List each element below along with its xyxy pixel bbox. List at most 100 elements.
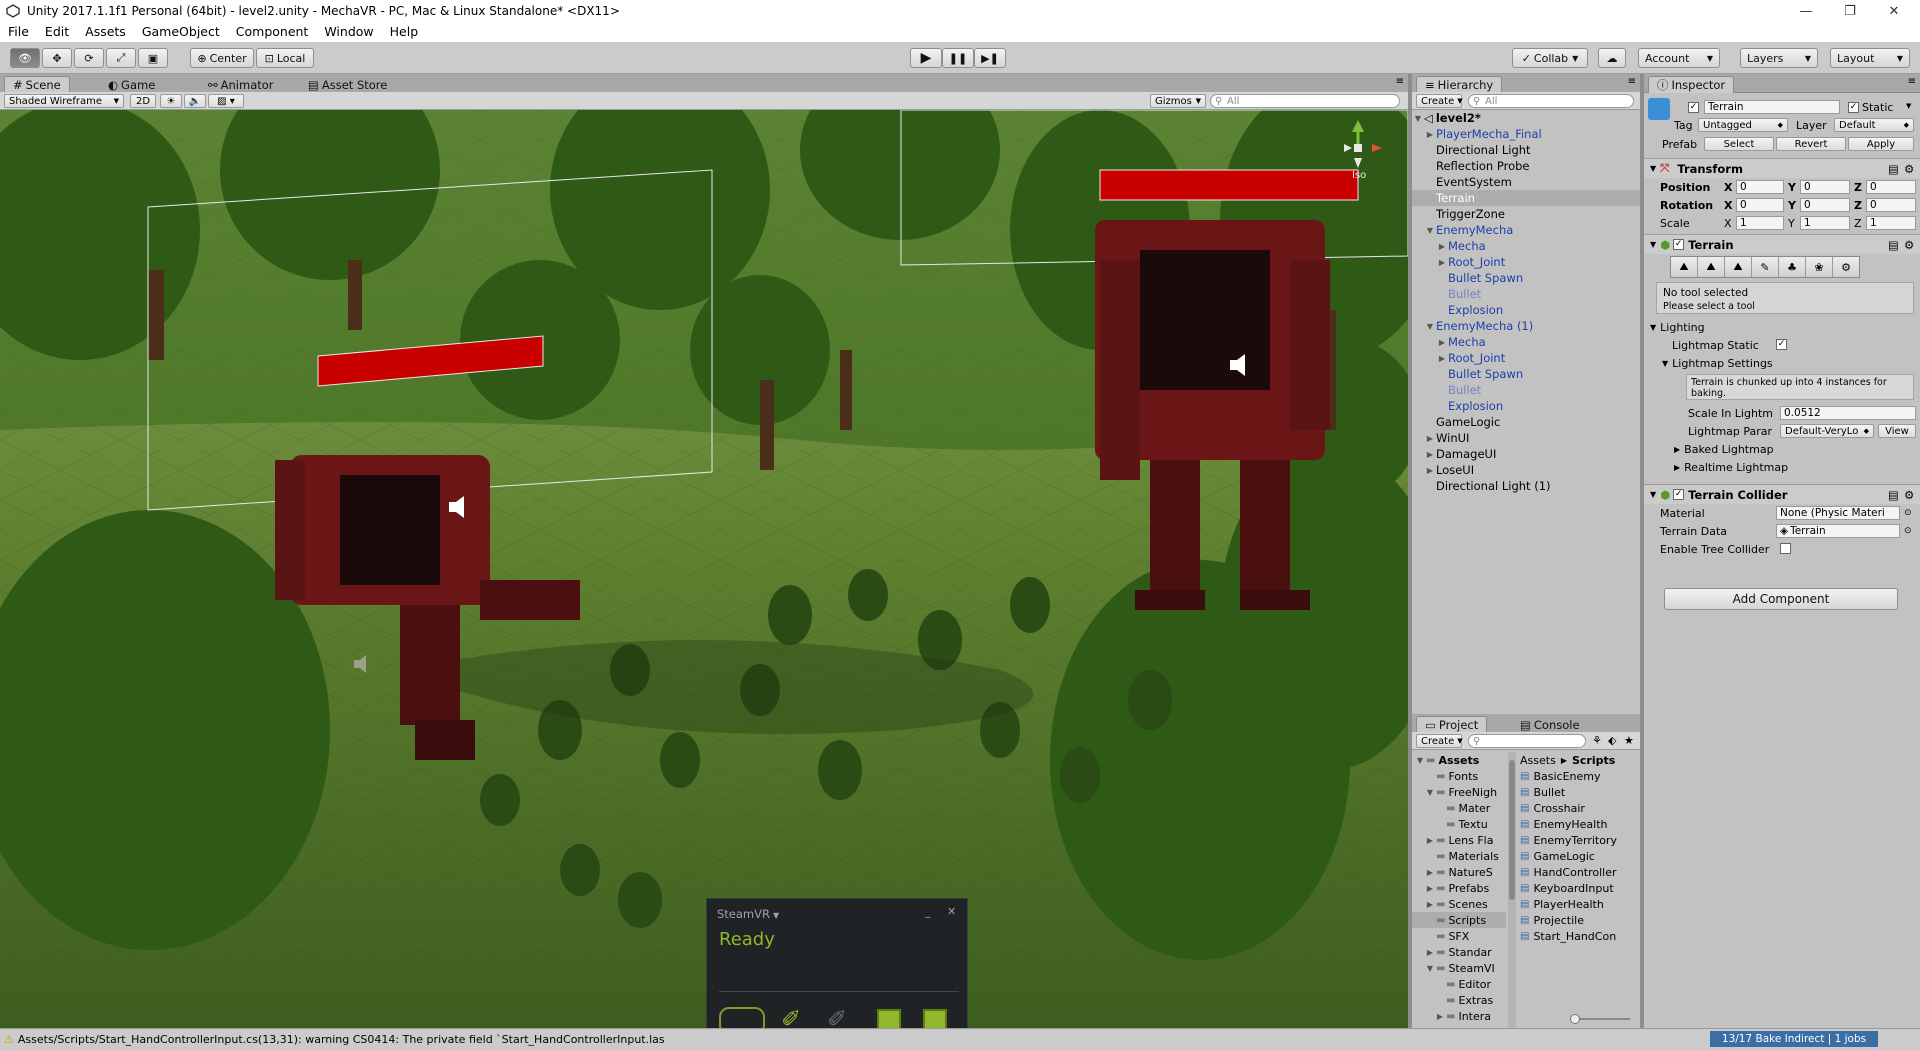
- file-item[interactable]: ▤ KeyboardInput: [1520, 880, 1640, 896]
- hierarchy-search-input[interactable]: ⚲ All: [1468, 94, 1634, 108]
- tab-animator[interactable]: ⚯ Animator: [200, 76, 282, 93]
- chevron-right-icon[interactable]: ▶: [1424, 836, 1436, 845]
- menu-assets[interactable]: Assets: [77, 22, 134, 42]
- file-item[interactable]: ▤ EnemyTerritory: [1520, 832, 1640, 848]
- scale-x-input[interactable]: 1: [1736, 216, 1784, 230]
- pause-button[interactable]: ❚❚: [942, 48, 974, 68]
- hierarchy-item[interactable]: ▶ LoseUI: [1412, 462, 1640, 478]
- maximize-button[interactable]: ❐: [1828, 0, 1872, 22]
- add-component-button[interactable]: Add Component: [1664, 588, 1898, 610]
- folder-item[interactable]: ▶ ▬ Standar: [1412, 944, 1506, 960]
- prefab-revert-button[interactable]: Revert: [1776, 137, 1846, 151]
- file-item[interactable]: ▤ PlayerHealth: [1520, 896, 1640, 912]
- move-tool-button[interactable]: ✥: [42, 48, 72, 68]
- breadcrumb-assets[interactable]: Assets: [1520, 754, 1556, 767]
- hierarchy-item[interactable]: ▶ Root_Joint: [1412, 350, 1640, 366]
- file-item[interactable]: ▤ Projectile: [1520, 912, 1640, 928]
- hierarchy-item[interactable]: TriggerZone: [1412, 206, 1640, 222]
- scene-search-input[interactable]: ⚲ All: [1210, 94, 1400, 108]
- chevron-right-icon[interactable]: ▶: [1424, 948, 1436, 957]
- lightmap-settings-foldout[interactable]: ▼ Lightmap Settings: [1644, 354, 1920, 372]
- tag-dropdown[interactable]: Untagged ◆: [1698, 118, 1788, 132]
- rotation-x-input[interactable]: 0: [1736, 198, 1784, 212]
- lightmap-params-dropdown[interactable]: Default-VeryLo ◆: [1780, 424, 1874, 438]
- folder-item[interactable]: ▬ Editor: [1412, 976, 1506, 992]
- hierarchy-item[interactable]: ▼ EnemyMecha: [1412, 222, 1640, 238]
- rotation-z-input[interactable]: 0: [1866, 198, 1916, 212]
- prefab-select-button[interactable]: Select: [1704, 137, 1774, 151]
- collab-button[interactable]: ✓ Collab ▼: [1512, 48, 1588, 68]
- breadcrumb-scripts[interactable]: Scripts: [1572, 754, 1615, 767]
- panel-menu-icon[interactable]: ≡: [1628, 76, 1636, 87]
- file-item[interactable]: ▤ Crosshair: [1520, 800, 1640, 816]
- chevron-down-icon[interactable]: ▼: [1424, 226, 1436, 235]
- hierarchy-create-dropdown[interactable]: Create ▼: [1416, 94, 1463, 108]
- help-book-icon[interactable]: ▤: [1888, 162, 1899, 176]
- terrain-collider-header[interactable]: ▼ ⬢ ✓ Terrain Collider ▤ ⚙: [1644, 484, 1920, 504]
- file-item[interactable]: ▤ HandController: [1520, 864, 1640, 880]
- chevron-right-icon[interactable]: ▶: [1424, 450, 1436, 459]
- menu-component[interactable]: Component: [228, 22, 317, 42]
- folder-scrollbar[interactable]: [1508, 752, 1516, 1028]
- terrain-settings-icon[interactable]: ⚙: [1833, 257, 1859, 277]
- hierarchy-item[interactable]: ▶ Mecha: [1412, 334, 1640, 350]
- hierarchy-item[interactable]: ▶ Mecha: [1412, 238, 1640, 254]
- project-search-input[interactable]: ⚲: [1468, 734, 1586, 748]
- hierarchy-item[interactable]: ▶ Root_Joint: [1412, 254, 1640, 270]
- help-book-icon[interactable]: ▤: [1888, 488, 1899, 502]
- folder-item[interactable]: ▶ ▬ Intera: [1412, 1008, 1506, 1024]
- chevron-right-icon[interactable]: ▶: [1436, 354, 1448, 363]
- object-picker-icon[interactable]: ⊙: [1904, 526, 1912, 536]
- collider-enabled-checkbox[interactable]: ✓: [1673, 489, 1685, 500]
- lightmap-view-button[interactable]: View: [1878, 424, 1916, 438]
- terrain-enabled-checkbox[interactable]: ✓: [1673, 239, 1685, 250]
- chevron-down-icon[interactable]: ▼: [1906, 102, 1911, 110]
- shading-mode-dropdown[interactable]: Shaded Wireframe ▼: [4, 94, 124, 108]
- smooth-height-icon[interactable]: ⛰: [1725, 257, 1752, 277]
- paint-details-icon[interactable]: ❀: [1806, 257, 1833, 277]
- rotate-tool-button[interactable]: ⟳: [74, 48, 104, 68]
- tree-collider-checkbox[interactable]: [1780, 543, 1791, 554]
- menu-gameobject[interactable]: GameObject: [134, 22, 228, 42]
- effects-dropdown[interactable]: ▨ ▾: [208, 94, 244, 108]
- filter-label-icon[interactable]: ⬖: [1608, 734, 1616, 747]
- hierarchy-item[interactable]: Bullet: [1412, 382, 1640, 398]
- chevron-right-icon[interactable]: ▶: [1434, 1012, 1446, 1021]
- play-button[interactable]: ▶: [910, 48, 942, 68]
- folder-item[interactable]: ▶ ▬ Scenes: [1412, 896, 1506, 912]
- layout-dropdown[interactable]: Layout ▼: [1830, 48, 1910, 68]
- help-book-icon[interactable]: ▤: [1888, 238, 1899, 252]
- chevron-down-icon[interactable]: ▼: [1424, 788, 1436, 797]
- tab-project[interactable]: ▭ Project: [1416, 716, 1488, 733]
- place-trees-icon[interactable]: ♣: [1779, 257, 1806, 277]
- hierarchy-item[interactable]: Explosion: [1412, 398, 1640, 414]
- hierarchy-item[interactable]: Terrain: [1412, 190, 1640, 206]
- hierarchy-item[interactable]: ▶ WinUI: [1412, 430, 1640, 446]
- file-item[interactable]: ▤ Bullet: [1520, 784, 1640, 800]
- folder-item[interactable]: ▼ ▬ Assets: [1412, 752, 1506, 768]
- prefab-apply-button[interactable]: Apply: [1848, 137, 1914, 151]
- hierarchy-item[interactable]: Bullet Spawn: [1412, 270, 1640, 286]
- steamvr-close-button[interactable]: ✕: [947, 905, 956, 918]
- hierarchy-item[interactable]: GameLogic: [1412, 414, 1640, 430]
- object-picker-icon[interactable]: ⊙: [1904, 508, 1912, 518]
- paint-height-icon[interactable]: ⛰: [1698, 257, 1725, 277]
- raise-terrain-icon[interactable]: ⛰: [1671, 257, 1698, 277]
- baked-lightmap-foldout[interactable]: ▶ Baked Lightmap: [1644, 440, 1920, 458]
- chevron-right-icon[interactable]: ▶: [1424, 434, 1436, 443]
- terrain-data-field[interactable]: ◈ Terrain: [1776, 524, 1900, 538]
- folder-item[interactable]: ▼ ▬ FreeNigh: [1412, 784, 1506, 800]
- folder-item[interactable]: ▬ Materials: [1412, 848, 1506, 864]
- chevron-right-icon[interactable]: ▶: [1436, 242, 1448, 251]
- folder-item[interactable]: ▬ Scripts: [1412, 912, 1506, 928]
- steamvr-minimize-button[interactable]: _: [925, 905, 931, 918]
- scene-root[interactable]: ▼ ◁ level2*: [1412, 110, 1640, 126]
- folder-item[interactable]: ▶ ▬ Prefabs: [1412, 880, 1506, 896]
- name-input[interactable]: Terrain: [1704, 100, 1840, 114]
- material-field[interactable]: None (Physic Materi: [1776, 506, 1900, 520]
- folder-item[interactable]: ▬ Textu: [1412, 816, 1506, 832]
- active-checkbox[interactable]: ✓: [1688, 102, 1699, 113]
- cloud-button[interactable]: ☁: [1598, 48, 1626, 68]
- hierarchy-item[interactable]: Bullet Spawn: [1412, 366, 1640, 382]
- hierarchy-item[interactable]: ▶ DamageUI: [1412, 446, 1640, 462]
